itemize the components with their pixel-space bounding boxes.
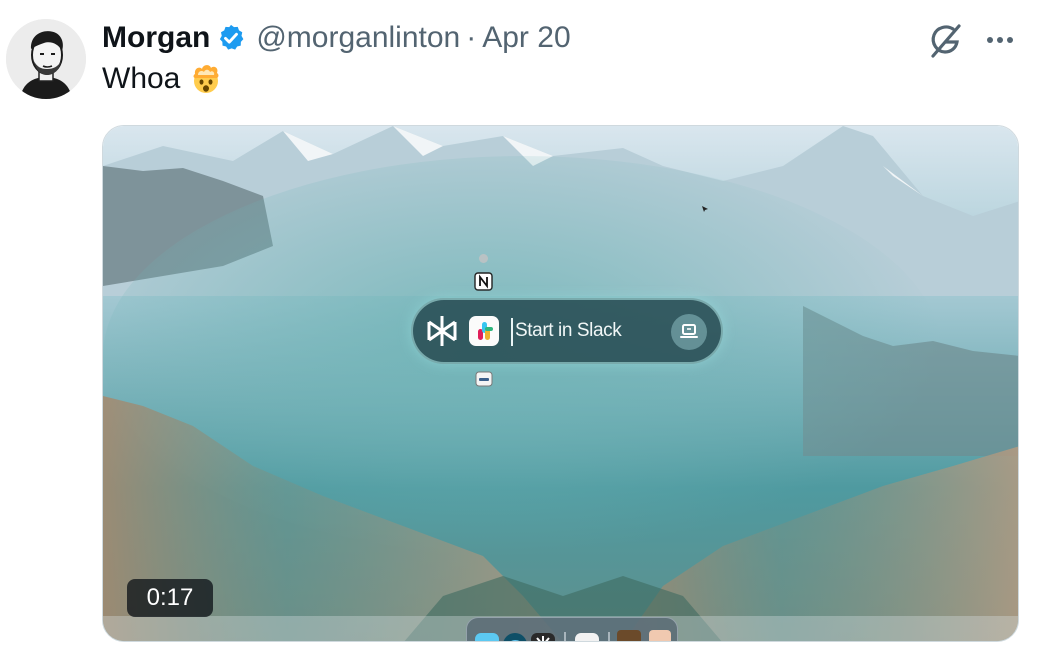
avatar[interactable] — [6, 19, 86, 99]
spotlight-query-text[interactable]: Start in Slack — [515, 320, 622, 342]
slack-icon[interactable] — [469, 316, 499, 346]
mouse-pointer-icon — [702, 206, 708, 212]
tweet-video[interactable]: Start in Slack 0:17 — [102, 125, 1019, 642]
author-name[interactable]: Morgan — [102, 21, 210, 55]
author-handle[interactable]: @morganlinton — [256, 21, 460, 55]
exploding-head-emoji-icon — [193, 65, 219, 93]
notion-icon[interactable] — [474, 272, 493, 291]
dock-app-icons — [475, 630, 671, 641]
tweet-header: Morgan @morganlinton · Apr 20 — [102, 18, 571, 58]
verified-badge-icon[interactable] — [216, 23, 246, 53]
video-frame-landscape — [103, 126, 1018, 641]
grok-icon[interactable] — [924, 20, 966, 62]
header-separator: · — [466, 21, 477, 54]
text-cursor — [511, 318, 513, 346]
tweet-text-content: Whoa — [102, 62, 181, 95]
tweet-date[interactable]: Apr 20 — [482, 21, 570, 55]
avatar-illustration — [6, 19, 86, 99]
perplexity-icon[interactable] — [425, 314, 459, 348]
more-options-icon[interactable] — [979, 22, 1021, 58]
tweet-text: Whoa — [102, 62, 222, 96]
macos-dock[interactable] — [466, 617, 678, 641]
window-indicator-dot — [479, 254, 488, 263]
laptop-button[interactable] — [671, 314, 707, 350]
slack-logo-icon — [478, 322, 493, 340]
spotlight-search-bar[interactable]: Start in Slack — [411, 298, 723, 364]
app-window-icon[interactable] — [475, 371, 493, 387]
laptop-icon — [680, 324, 698, 338]
video-duration-badge: 0:17 — [127, 579, 213, 617]
